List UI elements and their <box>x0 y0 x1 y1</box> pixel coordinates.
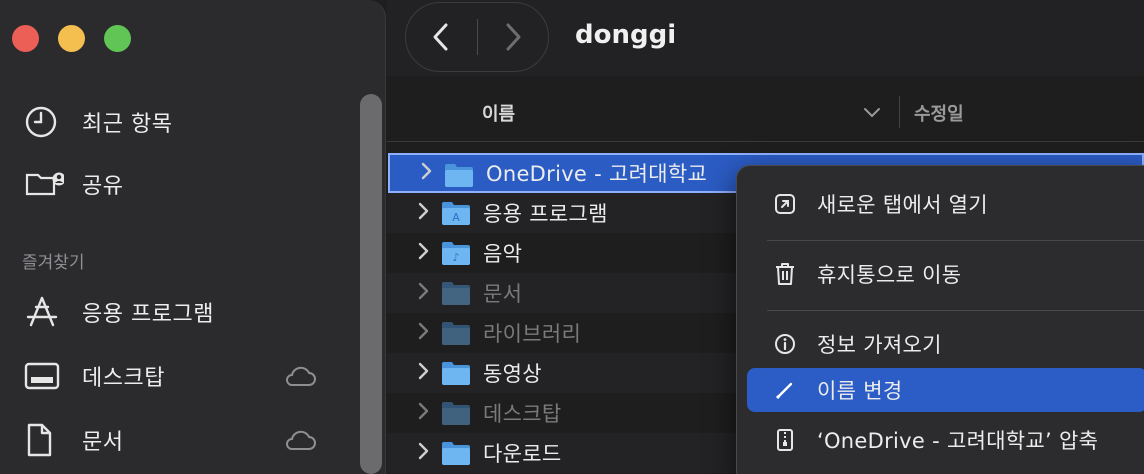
menu-item-move-to-trash[interactable]: 휴지통으로 이동 <box>747 252 1144 296</box>
disclosure-chevron-right-icon[interactable] <box>417 201 431 225</box>
desktop-icon <box>24 358 64 394</box>
svg-text:♪: ♪ <box>452 251 459 264</box>
info-icon <box>765 333 805 355</box>
favorites-section-label: 즐겨찾기 <box>22 253 85 273</box>
sidebar-item-label: 공유 <box>82 174 124 199</box>
sidebar-item-label: 응용 프로그램 <box>82 302 214 327</box>
zoom-window-button[interactable] <box>104 25 131 52</box>
sidebar-item-recents[interactable]: 최근 항목 <box>24 102 172 142</box>
sidebar-item-applications[interactable]: 응용 프로그램 <box>24 292 324 332</box>
disclosure-chevron-right-icon[interactable] <box>417 241 431 265</box>
icloud-icon <box>283 428 317 456</box>
back-button[interactable] <box>406 2 477 72</box>
disclosure-chevron-right-icon[interactable] <box>420 161 434 185</box>
column-header: 이름 수정일 <box>387 84 1144 142</box>
menu-item-label: 휴지통으로 이동 <box>817 263 962 287</box>
sort-chevron-down-icon[interactable] <box>863 104 881 123</box>
disclosure-chevron-right-icon[interactable] <box>417 281 431 305</box>
file-name: 음악 <box>483 242 523 266</box>
menu-item-label: 정보 가져오기 <box>817 333 942 357</box>
trash-icon <box>765 262 805 286</box>
sidebar-item-desktop[interactable]: 데스크탑 <box>24 356 324 396</box>
sidebar: 최근 항목 공유 즐겨찾기 응용 프로그램 데스크탑 문서 <box>0 0 386 474</box>
new-tab-icon <box>765 193 805 215</box>
file-name: 다운로드 <box>483 442 562 466</box>
menu-item-get-info[interactable]: 정보 가져오기 <box>747 322 1144 366</box>
file-name: 데스크탑 <box>483 402 562 426</box>
sidebar-scrollbar[interactable] <box>360 94 382 474</box>
icloud-icon <box>283 364 317 392</box>
column-name-header[interactable]: 이름 <box>482 100 515 126</box>
clock-icon <box>24 104 64 140</box>
document-icon <box>24 422 64 458</box>
file-name: 동영상 <box>483 362 542 386</box>
chevron-right-icon <box>506 23 521 51</box>
disclosure-chevron-right-icon[interactable] <box>417 401 431 425</box>
toolbar: donggi <box>387 0 1144 76</box>
folder-icon <box>441 440 471 470</box>
forward-button[interactable] <box>478 2 549 72</box>
folder-icon <box>441 280 471 310</box>
folder-icon <box>441 400 471 430</box>
column-date-header[interactable]: 수정일 <box>914 100 964 126</box>
window-title: donggi <box>575 20 677 50</box>
sidebar-item-label: 문서 <box>82 430 124 455</box>
file-name: OneDrive - 고려대학교 <box>486 162 708 186</box>
menu-item-label: ‘OneDrive - 고려대학교’ 압축 <box>817 429 1099 453</box>
column-divider[interactable] <box>899 96 900 128</box>
context-menu: 새로운 탭에서 열기 휴지통으로 이동 정보 가져오기 이름 변경 ‘OneDr… <box>736 165 1144 474</box>
sidebar-item-label: 데스크탑 <box>82 366 165 391</box>
traffic-lights <box>12 25 131 52</box>
close-window-button[interactable] <box>12 25 39 52</box>
menu-item-open-in-new-tab[interactable]: 새로운 탭에서 열기 <box>747 182 1144 226</box>
menu-item-rename[interactable]: 이름 변경 <box>747 368 1144 412</box>
sidebar-item-label: 최근 항목 <box>82 112 173 137</box>
navigation-buttons <box>405 2 549 72</box>
disclosure-chevron-right-icon[interactable] <box>417 441 431 465</box>
file-name: 응용 프로그램 <box>483 202 608 226</box>
sidebar-item-shared[interactable]: 공유 <box>24 164 123 204</box>
file-name: 문서 <box>483 282 523 306</box>
folder-icon <box>441 320 471 350</box>
menu-separator <box>767 310 1144 311</box>
menu-item-compress[interactable]: ‘OneDrive - 고려대학교’ 압축 <box>747 418 1144 462</box>
folder-icon <box>444 162 474 192</box>
menu-item-label: 이름 변경 <box>817 379 903 403</box>
menu-separator <box>767 240 1144 241</box>
svg-text:A: A <box>452 211 460 224</box>
applications-icon <box>24 294 64 330</box>
minimize-window-button[interactable] <box>58 25 85 52</box>
pencil-icon <box>765 379 805 401</box>
menu-item-label: 새로운 탭에서 열기 <box>817 193 988 217</box>
disclosure-chevron-right-icon[interactable] <box>417 361 431 385</box>
archive-icon <box>765 427 805 453</box>
folder-icon: A <box>441 200 471 230</box>
folder-icon <box>441 360 471 390</box>
file-name: 라이브러리 <box>483 322 582 346</box>
disclosure-chevron-right-icon[interactable] <box>417 321 431 345</box>
sidebar-item-documents[interactable]: 문서 <box>24 420 324 460</box>
shared-folder-icon <box>24 166 64 202</box>
chevron-left-icon <box>433 23 448 51</box>
folder-icon: ♪ <box>441 240 471 270</box>
